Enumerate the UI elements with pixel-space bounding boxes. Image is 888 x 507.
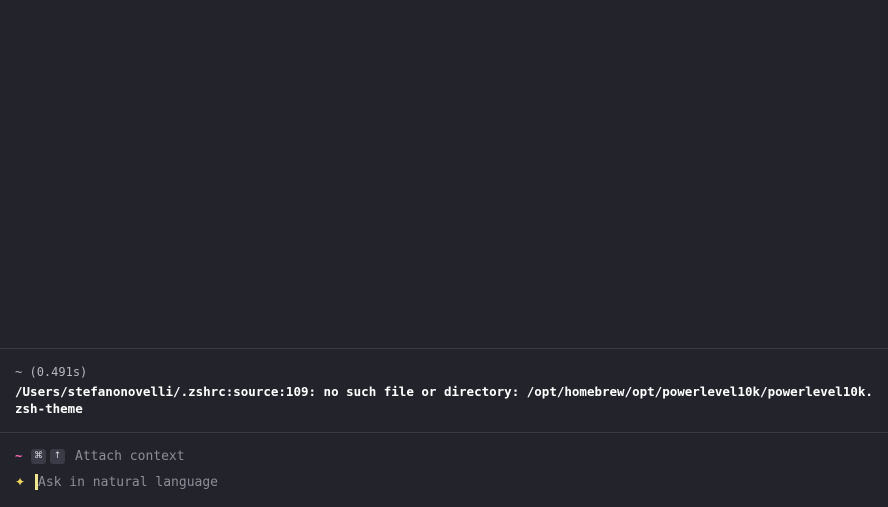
command-block-header: ~ (0.491s) bbox=[15, 364, 877, 380]
ask-input[interactable] bbox=[38, 474, 638, 490]
command-key-icon: ⌘ bbox=[31, 448, 46, 464]
block-divider-bottom bbox=[0, 432, 888, 433]
block-prompt-dir: ~ bbox=[15, 365, 23, 379]
arrow-up-key-icon: ↑ bbox=[50, 448, 65, 464]
attach-context-button[interactable]: Attach context bbox=[75, 449, 185, 464]
command-output: /Users/stefanonovelli/.zshrc:source:109:… bbox=[15, 384, 873, 416]
terminal-scrollback-area[interactable] bbox=[0, 0, 888, 348]
input-prompt-area: ~ ⌘ ↑ Attach context ✦ bbox=[15, 446, 877, 492]
sparkle-icon: ✦ bbox=[15, 475, 26, 489]
prompt-input-row: ✦ bbox=[15, 472, 877, 492]
prompt-dir: ~ bbox=[15, 449, 23, 463]
prompt-context-row: ~ ⌘ ↑ Attach context bbox=[15, 446, 877, 466]
command-block[interactable]: ~ (0.491s) /Users/stefanonovelli/.zshrc:… bbox=[15, 364, 877, 417]
terminal-window: ~ (0.491s) /Users/stefanonovelli/.zshrc:… bbox=[0, 0, 888, 507]
block-duration: (0.491s) bbox=[29, 365, 88, 379]
block-divider-top bbox=[0, 348, 888, 349]
